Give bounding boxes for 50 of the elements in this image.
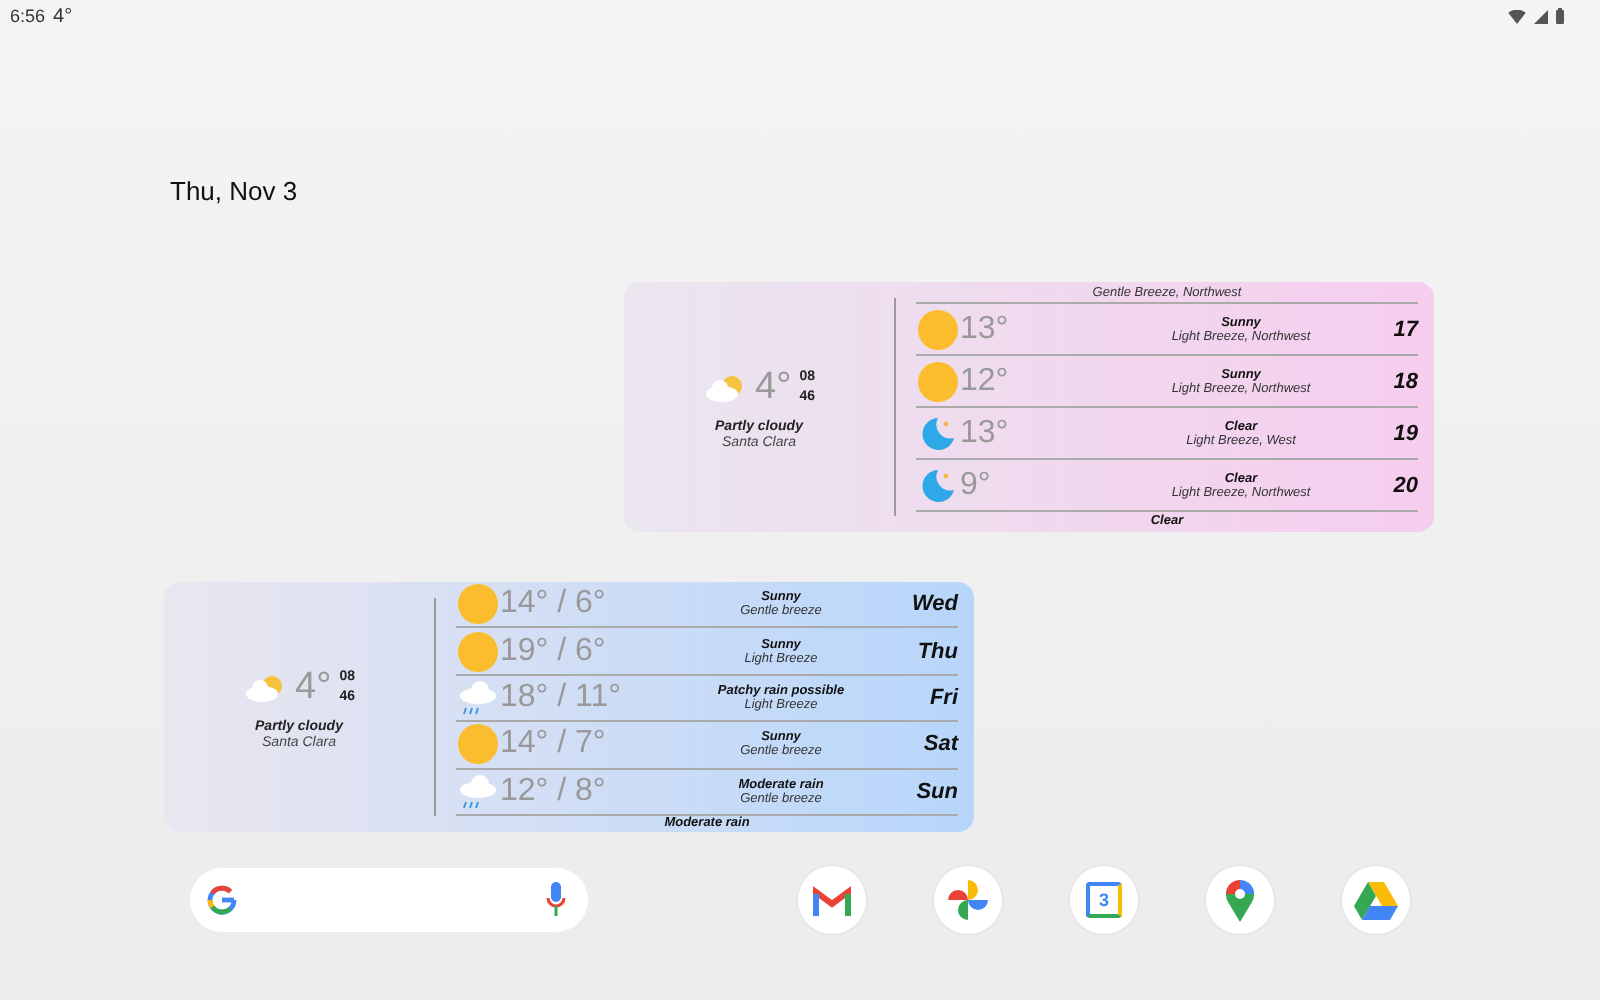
forecast-temperature: 13° [960, 415, 1011, 451]
forecast-temperature: 14° / 6° [500, 586, 608, 623]
forecast-time-label: 19 [1391, 421, 1418, 445]
sun-icon [456, 724, 500, 765]
wifi-icon [1508, 9, 1526, 23]
rain-cloud-icon [456, 773, 500, 810]
forecast-time-label: Wed [909, 592, 958, 617]
partly-cloudy-icon [703, 373, 748, 401]
rain-cloud-icon [456, 679, 500, 716]
forecast-time-label: 18 [1391, 369, 1418, 393]
partly-cloudy-icon [243, 673, 288, 701]
status-temperature: 4° [53, 5, 73, 27]
forecast-time-label: Sun [914, 779, 958, 804]
forecast-time-label: Sat [921, 732, 958, 757]
forecast-temperature: 9° [960, 467, 993, 503]
weather-widget[interactable] [164, 582, 974, 832]
app-icon[interactable]: 3 [1070, 866, 1138, 934]
battery-icon [1556, 8, 1564, 24]
forecast-time-label: Thu [915, 639, 958, 664]
pinwheel-icon [948, 880, 988, 920]
app-icon[interactable] [798, 866, 866, 934]
signal-icon [1534, 9, 1548, 23]
google-logo-icon [206, 884, 238, 916]
map-pin-icon [1224, 878, 1256, 922]
app-icon[interactable] [934, 866, 1002, 934]
mail-icon [812, 885, 852, 915]
weather-widget[interactable] [624, 282, 1434, 532]
search-bar[interactable] [190, 868, 588, 932]
app-icon[interactable] [1206, 866, 1274, 934]
forecast-time-label: 17 [1391, 317, 1418, 341]
forecast-temperature: 13° [960, 311, 1011, 347]
forecast-time-label: 20 [1391, 473, 1418, 497]
forecast-time-label: Fri [927, 685, 958, 710]
forecast-temperature: 18° / 11° [500, 679, 624, 716]
forecast-temperature: 12° / 8° [500, 773, 608, 810]
forecast-temperature: 19° / 6° [500, 633, 608, 670]
app-icon[interactable] [1342, 866, 1410, 934]
sun-icon [456, 631, 500, 672]
date-text: Thu, Nov 3 [170, 176, 300, 206]
forecast-temperature: 12° [960, 363, 1011, 399]
microphone-icon[interactable] [546, 882, 566, 918]
sun-icon [456, 584, 500, 625]
sun-icon [916, 361, 960, 401]
current-temperature: 4° [755, 365, 792, 409]
forecast-temperature: 14° / 7° [500, 726, 608, 763]
sun-icon [916, 309, 960, 349]
triangle-icon [1354, 881, 1398, 919]
calendar-day: 3 [1098, 890, 1109, 910]
current-temperature: 4° [295, 665, 332, 709]
status-time: 6:56 [10, 6, 46, 26]
